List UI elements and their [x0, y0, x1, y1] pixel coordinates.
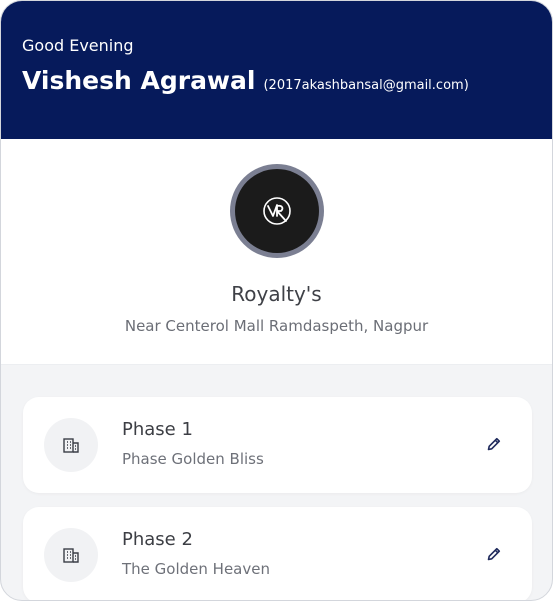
app-frame: Good Evening Vishesh Agrawal (2017akashb…	[0, 0, 553, 601]
user-info: Vishesh Agrawal (2017akashbansal@gmail.c…	[22, 65, 469, 97]
phase-card[interactable]: Phase 1 Phase Golden Bliss	[23, 397, 532, 493]
building-icon	[44, 418, 98, 472]
edit-phase-button[interactable]	[483, 543, 505, 565]
pencil-icon	[487, 547, 501, 561]
vr-monogram-logo-icon	[235, 169, 319, 253]
building-icon	[44, 528, 98, 582]
user-name: Vishesh Agrawal	[22, 66, 256, 95]
edit-phase-button[interactable]	[483, 433, 505, 455]
project-logo	[230, 164, 324, 258]
phase-title: Phase 2	[122, 529, 193, 550]
pencil-icon	[487, 437, 501, 451]
user-email: (2017akashbansal@gmail.com)	[263, 78, 469, 93]
phase-title: Phase 1	[122, 419, 193, 440]
phase-subtitle: Phase Golden Bliss	[122, 450, 264, 468]
project-address: Near Centerol Mall Ramdaspeth, Nagpur	[124, 317, 429, 335]
project-name: Royalty's	[231, 282, 322, 306]
greeting-text: Good Evening	[22, 36, 134, 55]
header: Good Evening Vishesh Agrawal (2017akashb…	[1, 1, 552, 139]
phase-card[interactable]: Phase 2 The Golden Heaven	[23, 507, 532, 600]
phase-subtitle: The Golden Heaven	[122, 560, 270, 578]
project-profile: Royalty's Near Centerol Mall Ramdaspeth,…	[1, 139, 552, 365]
